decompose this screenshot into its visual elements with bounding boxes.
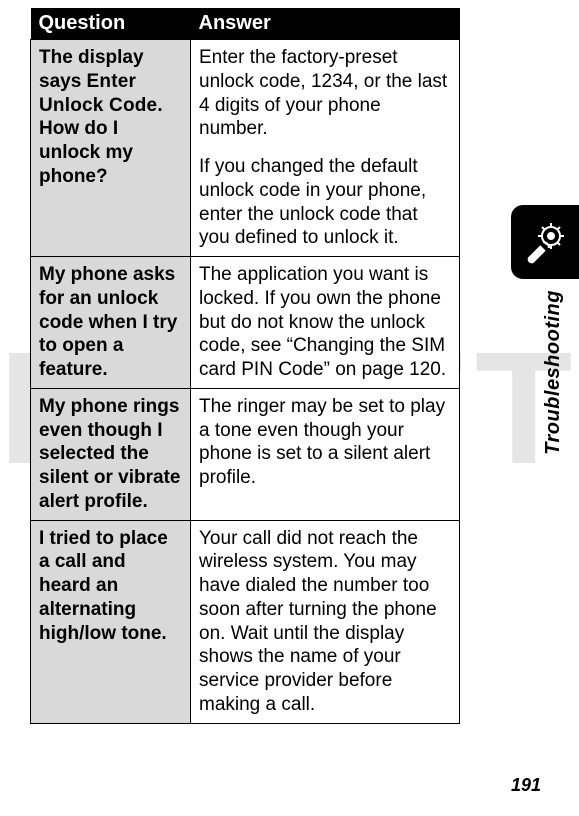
- faq-table: Question Answer The display says Enter U…: [30, 8, 460, 724]
- side-section-text: Troubleshooting: [542, 290, 565, 455]
- answer-cell: The application you want is locked. If y…: [191, 257, 460, 389]
- col-header-question: Question: [31, 8, 191, 40]
- page-number: 191: [511, 775, 541, 796]
- question-cell: The display says Enter Unlock Code. How …: [31, 40, 191, 257]
- side-section-label: Troubleshooting: [539, 290, 567, 670]
- table-header-row: Question Answer: [31, 8, 460, 40]
- question-cell: I tried to place a call and heard an alt…: [31, 520, 191, 723]
- table-row: I tried to place a call and heard an alt…: [31, 520, 460, 723]
- faq-table-wrap: Question Answer The display says Enter U…: [30, 8, 460, 724]
- question-cell: My phone rings even though I selected th…: [31, 388, 191, 520]
- wrench-target-icon: [521, 218, 569, 266]
- section-tab: [511, 205, 579, 279]
- answer-paragraph: If you changed the default unlock code i…: [199, 155, 451, 250]
- table-row: My phone asks for an unlock code when I …: [31, 257, 460, 389]
- page-root: Question Answer The display says Enter U…: [0, 0, 579, 816]
- table-row: The display says Enter Unlock Code. How …: [31, 40, 460, 257]
- answer-cell: Enter the factory-preset unlock code, 12…: [191, 40, 460, 257]
- col-header-answer: Answer: [191, 8, 460, 40]
- question-cell: My phone asks for an unlock code when I …: [31, 257, 191, 389]
- answer-paragraph: Enter the factory-preset unlock code, 12…: [199, 46, 451, 141]
- table-row: My phone rings even though I selected th…: [31, 388, 460, 520]
- answer-cell: The ringer may be set to play a tone eve…: [191, 388, 460, 520]
- answer-cell: Your call did not reach the wireless sys…: [191, 520, 460, 723]
